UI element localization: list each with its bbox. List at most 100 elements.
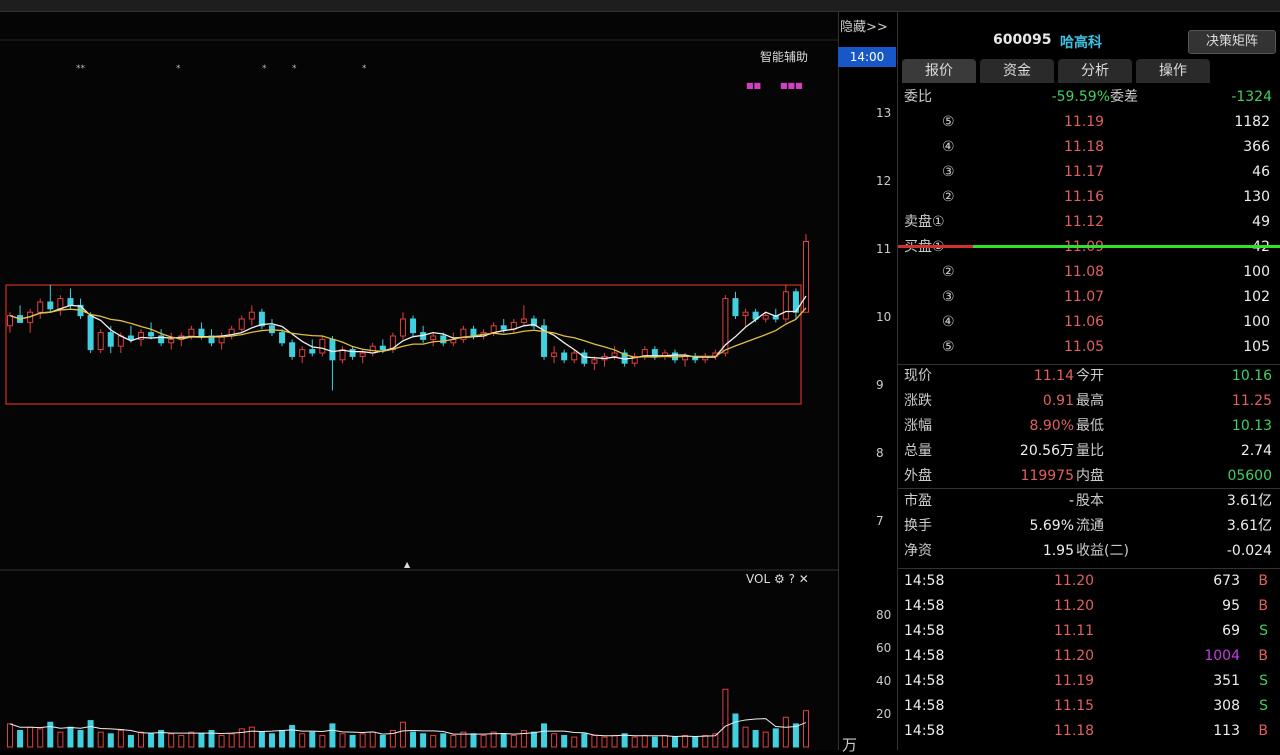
- candle-body[interactable]: [359, 352, 366, 357]
- candle-body[interactable]: [168, 338, 175, 344]
- candle-body[interactable]: [762, 315, 769, 320]
- candle-body[interactable]: [148, 332, 155, 337]
- volume-bar: [359, 733, 366, 748]
- candle-body[interactable]: [238, 318, 245, 330]
- trade-row: 14:58 11.20 673 B: [898, 569, 1280, 594]
- chart-marker[interactable]: *: [176, 64, 181, 74]
- candle-body[interactable]: [379, 345, 386, 351]
- gear-icon[interactable]: ⚙: [774, 572, 785, 586]
- volume-bar: [661, 734, 668, 748]
- candle-body[interactable]: [309, 349, 316, 354]
- ask-row[interactable]: ③ 11.17 46: [898, 160, 1280, 185]
- candle-body[interactable]: [289, 342, 296, 357]
- bid-row[interactable]: ② 11.08 100: [898, 260, 1280, 285]
- stat-value: 05600: [1227, 468, 1272, 484]
- candle-body[interactable]: [329, 338, 336, 361]
- candle-body[interactable]: [732, 298, 739, 317]
- ask-row[interactable]: ② 11.16 130: [898, 185, 1280, 210]
- candle-body[interactable]: [742, 311, 749, 317]
- candle-body[interactable]: [561, 352, 568, 361]
- decision-matrix-button[interactable]: 决策矩阵: [1188, 30, 1276, 54]
- volume-bar: [510, 734, 517, 748]
- candle-body[interactable]: [399, 318, 406, 337]
- chart-marker[interactable]: *: [362, 64, 367, 74]
- ask-volume: 49: [1252, 214, 1270, 230]
- stat-value: 20.56万: [1019, 443, 1074, 459]
- stat-label: 流通: [1076, 518, 1104, 534]
- candle-body[interactable]: [87, 315, 94, 351]
- kline-chart[interactable]: [0, 0, 838, 750]
- trade-volume: 113: [1213, 723, 1240, 739]
- candle-body[interactable]: [782, 291, 789, 320]
- candle-body[interactable]: [490, 325, 497, 334]
- bid-row[interactable]: ⑤ 11.05 105: [898, 335, 1280, 360]
- candle-body[interactable]: [67, 298, 74, 306]
- candle-body[interactable]: [369, 345, 376, 354]
- tab-quote[interactable]: 报价: [902, 59, 976, 83]
- trade-row: 14:58 11.15 308 S: [898, 694, 1280, 719]
- volume-bar: [621, 733, 628, 748]
- candle-body[interactable]: [470, 328, 477, 337]
- candle-body[interactable]: [7, 315, 13, 327]
- stat-label: 总量: [904, 443, 932, 459]
- ask-row[interactable]: ④ 11.18 366: [898, 135, 1280, 160]
- stat-value: 11.14: [1033, 368, 1074, 384]
- bid-row[interactable]: ③ 11.07 102: [898, 285, 1280, 310]
- candle-body[interactable]: [319, 338, 326, 354]
- candle-body[interactable]: [410, 318, 417, 334]
- candle-body[interactable]: [349, 349, 356, 357]
- ask-row[interactable]: ⑤ 11.19 1182: [898, 110, 1280, 135]
- tab-analysis[interactable]: 分析: [1058, 59, 1132, 83]
- stat-label: 收益(二): [1076, 543, 1129, 559]
- smart-assist-button[interactable]: 智能辅助: [760, 48, 808, 65]
- level-label: ④: [942, 314, 955, 330]
- chart-marker[interactable]: *: [292, 64, 297, 74]
- candle-body[interactable]: [430, 335, 437, 340]
- candle-body[interactable]: [248, 311, 255, 320]
- stat-label: 换手: [904, 518, 932, 534]
- candle-body[interactable]: [279, 332, 286, 344]
- candle-body[interactable]: [591, 359, 598, 364]
- bid-row[interactable]: ④ 11.06 100: [898, 310, 1280, 335]
- candle-body[interactable]: [97, 332, 104, 351]
- trade-price: 11.18: [1054, 723, 1095, 739]
- trade-time: 14:58: [904, 723, 945, 739]
- level-label: 卖盘①: [904, 214, 945, 230]
- tab-operation[interactable]: 操作: [1136, 59, 1210, 83]
- candle-body[interactable]: [581, 352, 588, 364]
- candle-body[interactable]: [188, 328, 195, 337]
- level-label: ②: [942, 189, 955, 205]
- candle-body[interactable]: [520, 318, 527, 323]
- help-icon[interactable]: ?: [789, 572, 795, 586]
- volume-bar: [188, 731, 195, 748]
- triangle-up-icon[interactable]: ▲: [404, 560, 410, 569]
- candle-body[interactable]: [299, 349, 306, 357]
- hide-panel-button[interactable]: 隐藏>>: [840, 16, 888, 35]
- candle-body[interactable]: [47, 301, 54, 310]
- close-icon[interactable]: ✕: [799, 572, 809, 586]
- candle-body[interactable]: [127, 335, 134, 340]
- candle-body[interactable]: [803, 240, 809, 313]
- stat-value: 3.61亿: [1226, 518, 1272, 534]
- trade-side: S: [1259, 698, 1268, 714]
- volume-bar: [258, 731, 265, 748]
- candle-body[interactable]: [268, 325, 275, 334]
- ask-row[interactable]: 卖盘① 11.12 49: [898, 210, 1280, 235]
- candle-body[interactable]: [571, 352, 578, 361]
- candle-body[interactable]: [198, 328, 205, 337]
- candle-body[interactable]: [107, 332, 114, 347]
- ask-volume: 130: [1243, 189, 1270, 205]
- volume-bar: [470, 733, 477, 748]
- candle-body[interactable]: [500, 325, 507, 330]
- candle-body[interactable]: [611, 352, 618, 357]
- chart-marker[interactable]: **: [76, 64, 85, 74]
- candle-body[interactable]: [57, 298, 64, 310]
- candle-body[interactable]: [37, 301, 44, 313]
- volume-bar: [87, 720, 94, 748]
- chart-marker[interactable]: *: [262, 64, 267, 74]
- candle-body[interactable]: [551, 352, 558, 357]
- tab-funds[interactable]: 资金: [980, 59, 1054, 83]
- volume-bar: [17, 730, 24, 748]
- volume-bar: [37, 728, 44, 748]
- volume-bar: [268, 733, 275, 748]
